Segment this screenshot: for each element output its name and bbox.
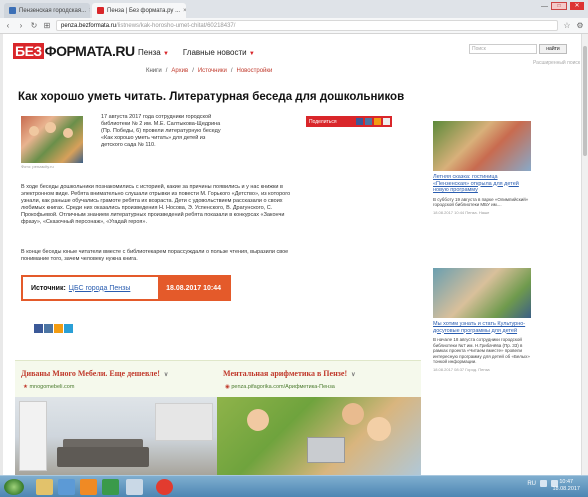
site-favicon-icon xyxy=(9,7,16,14)
ad-title[interactable]: Ментальная арифметика в Пензе! ∨ xyxy=(223,369,356,378)
sidebar-news-headline[interactable]: Летняя сказка: гостиница «Пензенская» от… xyxy=(433,174,531,194)
close-window-button[interactable]: ✕ xyxy=(570,2,584,10)
ad-image[interactable] xyxy=(15,397,219,475)
city-menu[interactable]: Пенза ▼ xyxy=(138,48,169,57)
tab-title: Пенза | Без формата.ру ... xyxy=(107,7,181,14)
article-lead: 17 августа 2017 года сотрудники городско… xyxy=(101,114,221,148)
photo-caption: Фото: penzacity.ru xyxy=(21,164,54,169)
subnav-sources[interactable]: Источники xyxy=(198,68,227,74)
chevron-down-icon: ▼ xyxy=(248,51,255,57)
ad-block[interactable]: Ментальная арифметика в Пензе! ∨ ◉ penza.… xyxy=(217,360,421,475)
sidebar-news-text: В субботу 19 августа в парке «Олимпийски… xyxy=(433,196,529,208)
sidebar-news-headline[interactable]: Мы хотим узнать и стать Культурно-досуго… xyxy=(433,321,531,334)
address-bar: ‹ › ↻ ⊞ penza.bezformata.ru /listnews/ka… xyxy=(0,18,588,34)
language-indicator[interactable]: RU xyxy=(527,481,536,487)
explorer-icon[interactable] xyxy=(36,479,53,495)
minimize-button[interactable]: — xyxy=(541,3,548,10)
forward-arrow-icon[interactable]: › xyxy=(17,21,25,30)
top-navigation: Пенза ▼ Главные новости ▼ xyxy=(138,48,255,57)
ad-source[interactable]: ★ mnogomebeli.com xyxy=(23,384,74,390)
ad-block[interactable]: Диваны Много Мебели. Еще дешевле! ∨ ★ mno… xyxy=(15,360,219,475)
app-icon[interactable] xyxy=(102,479,119,495)
ad-title[interactable]: Диваны Много Мебели. Еще дешевле! ∨ xyxy=(21,369,168,378)
star-icon: ★ xyxy=(23,384,28,390)
ad-image[interactable] xyxy=(217,397,421,475)
browser-tab-active[interactable]: Пенза | Без формата.ру ... × xyxy=(92,3,186,18)
network-icon[interactable] xyxy=(540,480,547,487)
facebook-icon[interactable] xyxy=(34,324,43,333)
odnoklassniki-icon[interactable] xyxy=(374,118,381,125)
main-news-menu[interactable]: Главные новости ▼ xyxy=(183,48,255,57)
sidebar-news-meta: 18.08.2017 10:44 Пенза. Наше xyxy=(433,209,490,215)
odnoklassniki-icon[interactable] xyxy=(54,324,63,333)
share-label: Поделиться xyxy=(309,118,337,125)
article-photo[interactable] xyxy=(21,116,83,163)
browser-tab[interactable]: Пензенская городская... × xyxy=(4,3,90,18)
tab-close-icon[interactable]: × xyxy=(180,8,186,14)
source-link[interactable]: ЦБС города Пензы xyxy=(66,285,131,292)
start-button[interactable] xyxy=(4,479,24,495)
sidebar-news-image[interactable] xyxy=(433,121,531,171)
search-button[interactable]: найти xyxy=(539,44,567,54)
subnav-books[interactable]: Книги xyxy=(146,68,162,74)
article-body-paragraph: В конце беседы юные читатели вместе с би… xyxy=(21,249,289,262)
pin-icon: ◉ xyxy=(225,384,230,390)
search-input[interactable]: Поиск xyxy=(469,44,537,54)
chevron-down-icon: ∨ xyxy=(163,372,169,378)
window-controls: — □ ✕ xyxy=(541,2,584,10)
more-share-icon[interactable] xyxy=(383,118,390,125)
sidebar-news-meta: 18.08.2017 08:37 Город. Пенза xyxy=(433,366,490,372)
sub-navigation: Книги / Архив / Источники / Новостройки xyxy=(146,68,273,74)
chevron-down-icon: ∨ xyxy=(351,372,356,378)
url-host: penza.bezformata.ru xyxy=(61,22,117,29)
sidebar-news-text: В начале 18 августа сотрудники городской… xyxy=(433,337,530,364)
vk-icon[interactable] xyxy=(44,324,53,333)
mailru-icon[interactable] xyxy=(64,324,73,333)
source-label: Источник: xyxy=(31,284,66,292)
apps-grid-icon[interactable]: ⊞ xyxy=(43,21,51,30)
media-icon[interactable] xyxy=(80,479,97,495)
url-path: /listnews/kak-horosho-umet-chitat/602184… xyxy=(116,22,236,29)
scrollbar-thumb[interactable] xyxy=(583,46,587,156)
logo-text: ФОРМАТА.RU xyxy=(44,43,135,59)
source-box: Источник: ЦБС города Пензы 18.08.2017 10… xyxy=(21,275,231,301)
advanced-search-link[interactable]: Расширенный поиск xyxy=(533,60,580,66)
page-scrollbar[interactable] xyxy=(581,34,588,475)
vk-icon[interactable] xyxy=(365,118,372,125)
taskbar: RU 10:47 18.08.2017 xyxy=(0,475,588,497)
opera-icon[interactable] xyxy=(156,479,173,495)
logo-mark: БЕЗ xyxy=(13,43,44,59)
sidebar-news-item[interactable]: Мы хотим узнать и стать Культурно-досуго… xyxy=(433,268,531,372)
tab-close-icon[interactable]: × xyxy=(86,8,90,14)
ad-source[interactable]: ◉ penza.pifagorika.com/Арифметика-Пенза xyxy=(225,384,335,390)
reload-icon[interactable]: ↻ xyxy=(30,21,38,30)
site-favicon-icon xyxy=(97,7,104,14)
social-buttons xyxy=(34,324,73,333)
publish-date: 18.08.2017 10:44 xyxy=(158,277,229,299)
chevron-down-icon: ▼ xyxy=(162,51,169,57)
sidebar-news-item[interactable]: Летняя сказка: гостиница «Пензенская» от… xyxy=(433,121,531,215)
chrome-icon[interactable] xyxy=(126,479,143,495)
share-bar: Поделиться xyxy=(306,116,392,127)
article-body-paragraph: В ходе беседы дошкольники познакомились … xyxy=(21,184,291,225)
tab-title: Пензенская городская... xyxy=(19,7,87,14)
site-logo[interactable]: БЕЗ ФОРМАТА.RU xyxy=(13,43,135,59)
clock[interactable]: 10:47 18.08.2017 xyxy=(552,479,580,493)
sidebar-news-image[interactable] xyxy=(433,268,531,318)
article-title: Как хорошо уметь читать. Литературная бе… xyxy=(18,91,405,103)
web-page: БЕЗ ФОРМАТА.RU Пенза ▼ Главные новости ▼… xyxy=(3,34,585,475)
media-player-icon[interactable] xyxy=(58,479,75,495)
subnav-newbuilds[interactable]: Новостройки xyxy=(237,68,273,74)
bookmark-star-icon[interactable]: ☆ xyxy=(563,21,571,30)
back-arrow-icon[interactable]: ‹ xyxy=(4,21,12,30)
restore-button[interactable]: □ xyxy=(551,2,567,10)
settings-icon[interactable]: ⚙ xyxy=(576,21,584,30)
browser-tab-bar: Пензенская городская... × Пенза | Без фо… xyxy=(0,0,588,18)
url-field[interactable]: penza.bezformata.ru /listnews/kak-horosh… xyxy=(56,20,558,31)
facebook-icon[interactable] xyxy=(356,118,363,125)
subnav-archive[interactable]: Архив xyxy=(171,68,188,74)
